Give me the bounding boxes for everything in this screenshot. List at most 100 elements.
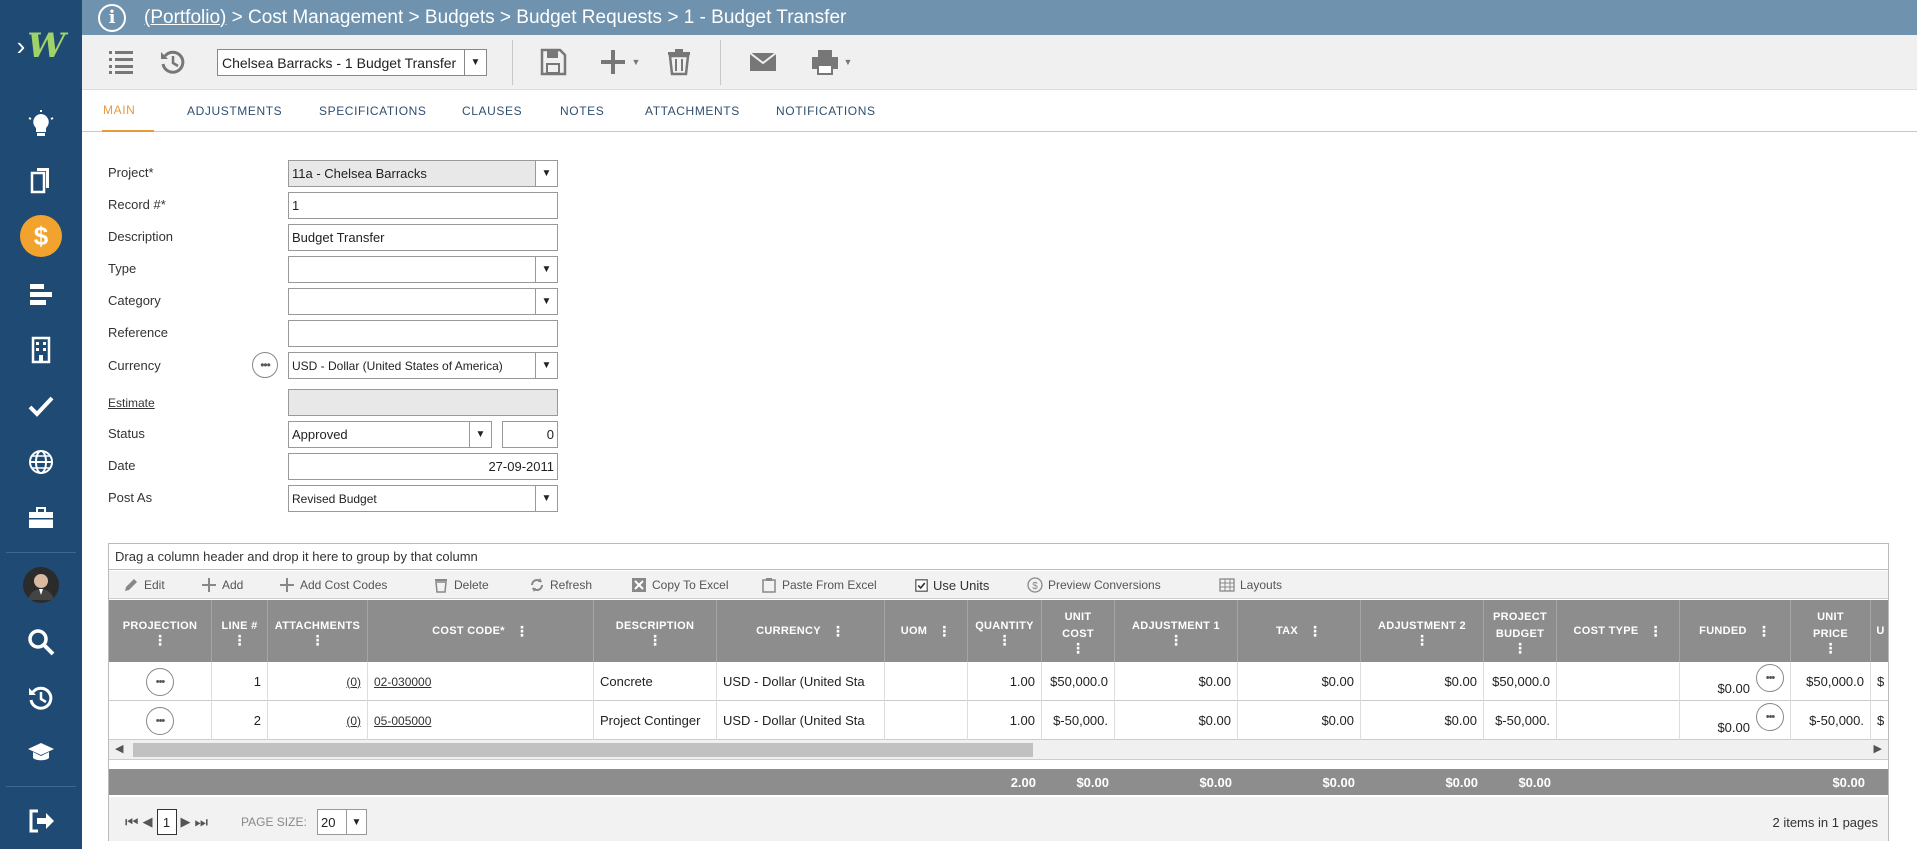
projection-options-icon[interactable]: ••• — [146, 706, 174, 735]
chevron-down-icon[interactable]: ▼ — [469, 422, 491, 447]
currency-options-icon[interactable]: ••• — [252, 352, 278, 378]
column-menu-icon[interactable]: ⋮ — [1308, 624, 1322, 638]
column-header-adjustment-2[interactable]: ADJUSTMENT 2 ⋮ — [1361, 600, 1484, 662]
tab-main[interactable]: MAIN — [102, 90, 154, 132]
email-icon[interactable] — [746, 45, 780, 79]
globe-icon[interactable] — [0, 440, 82, 484]
column-menu-icon[interactable]: ⋮ — [937, 624, 951, 638]
chevron-down-icon[interactable]: ▼ — [535, 353, 557, 378]
info-icon[interactable]: i — [98, 3, 126, 32]
save-icon[interactable] — [536, 45, 570, 79]
lightbulb-icon[interactable] — [0, 103, 82, 147]
date-field[interactable]: 27-09-2011 — [288, 453, 558, 480]
page-size-select[interactable]: 20 ▼ — [317, 809, 367, 835]
layouts-button[interactable]: Layouts — [1219, 575, 1282, 595]
column-header-adjustment-1[interactable]: ADJUSTMENT 1 ⋮ — [1115, 600, 1238, 662]
use-units-checkbox[interactable]: Use Units — [915, 575, 989, 595]
paste-from-excel-button[interactable]: Paste From Excel — [761, 575, 877, 595]
preview-conversions-button[interactable]: $ Preview Conversions — [1027, 575, 1161, 595]
previous-page-icon[interactable]: ◀ — [143, 814, 153, 830]
tab-attachments[interactable]: ATTACHMENTS — [645, 90, 740, 132]
scroll-right-icon[interactable]: ▶ — [1874, 742, 1882, 755]
scrollbar-thumb[interactable] — [133, 743, 1033, 757]
reference-field[interactable] — [288, 320, 558, 347]
logout-icon[interactable] — [0, 799, 82, 843]
project-select[interactable]: 11a - Chelsea Barracks ▼ — [288, 160, 558, 187]
column-header-project-budget[interactable]: PROJECT BUDGET ⋮ — [1484, 600, 1557, 662]
post-as-select[interactable]: Revised Budget ▼ — [288, 485, 558, 512]
column-header-quantity[interactable]: QUANTITY ⋮ — [968, 600, 1042, 662]
briefcase-icon[interactable] — [0, 496, 82, 540]
record-number-field[interactable]: 1 — [288, 192, 558, 219]
group-by-drop-zone[interactable]: Drag a column header and drop it here to… — [109, 544, 1888, 570]
checkmark-icon[interactable] — [0, 384, 82, 428]
print-icon[interactable]: ▼ — [804, 45, 858, 79]
chevron-down-icon[interactable]: ▼ — [464, 50, 486, 75]
documents-icon[interactable] — [0, 158, 82, 202]
horizontal-scrollbar[interactable]: ◀ ▶ — [109, 740, 1888, 760]
add-icon[interactable]: ▼ — [594, 45, 644, 79]
current-page[interactable]: 1 — [156, 809, 177, 835]
chevron-down-icon[interactable]: ▼ — [535, 161, 557, 186]
user-avatar[interactable] — [0, 563, 82, 607]
attachments-link[interactable]: (0) — [268, 662, 368, 701]
graduation-cap-icon[interactable] — [0, 730, 82, 774]
column-header-funded[interactable]: FUNDED ⋮ — [1680, 600, 1791, 662]
add-cost-codes-button[interactable]: Add Cost Codes — [279, 575, 387, 595]
next-page-icon[interactable]: ▶ — [181, 814, 191, 830]
column-menu-icon[interactable]: ⋮ — [998, 633, 1012, 647]
chevron-down-icon[interactable]: ▼ — [535, 257, 557, 282]
breadcrumb-portfolio-link[interactable]: (Portfolio) — [144, 7, 226, 28]
building-icon[interactable] — [0, 328, 82, 372]
chevron-down-icon[interactable]: ▼ — [346, 810, 366, 834]
column-menu-icon[interactable]: ⋮ — [1824, 641, 1838, 655]
column-header-attachments[interactable]: ATTACHMENTS ⋮ — [268, 600, 368, 662]
app-logo[interactable]: › W — [0, 0, 82, 92]
delete-button[interactable]: Delete — [433, 575, 489, 595]
tab-adjustments[interactable]: ADJUSTMENTS — [187, 90, 282, 132]
column-menu-icon[interactable]: ⋮ — [515, 624, 529, 638]
type-select[interactable]: ▼ — [288, 256, 558, 283]
column-header-cost-code[interactable]: COST CODE* ⋮ — [368, 600, 594, 662]
scroll-left-icon[interactable]: ◀ — [115, 742, 123, 755]
tab-notes[interactable]: NOTES — [560, 90, 604, 132]
table-row[interactable]: ••• 2 (0) 05-005000 Project Continger US… — [109, 701, 1888, 740]
tab-specifications[interactable]: SPECIFICATIONS — [319, 90, 427, 132]
column-header-uom[interactable]: UOM ⋮ — [885, 600, 968, 662]
expand-chevron-icon[interactable]: › — [17, 31, 26, 62]
column-menu-icon[interactable]: ⋮ — [1649, 624, 1663, 638]
gantt-icon[interactable] — [0, 273, 82, 317]
status-select[interactable]: Approved ▼ — [288, 421, 492, 448]
description-field[interactable]: Budget Transfer — [288, 224, 558, 251]
history-icon[interactable] — [0, 676, 82, 720]
column-menu-icon[interactable]: ⋮ — [233, 633, 247, 647]
print-dropdown-chevron-icon[interactable]: ▼ — [844, 57, 853, 67]
column-header-line[interactable]: LINE # ⋮ — [212, 600, 268, 662]
status-number-field[interactable]: 0 — [502, 421, 558, 448]
column-menu-icon[interactable]: ⋮ — [1513, 641, 1527, 655]
delete-icon[interactable] — [662, 45, 696, 79]
column-menu-icon[interactable]: ⋮ — [648, 633, 662, 647]
add-button[interactable]: Add — [201, 575, 243, 595]
cost-code-link[interactable]: 02-030000 — [368, 662, 594, 701]
column-menu-icon[interactable]: ⋮ — [831, 624, 845, 638]
column-header-cost-type[interactable]: COST TYPE ⋮ — [1557, 600, 1680, 662]
copy-to-excel-button[interactable]: Copy To Excel — [631, 575, 728, 595]
projection-options-icon[interactable]: ••• — [146, 667, 174, 696]
column-menu-icon[interactable]: ⋮ — [311, 633, 325, 647]
first-page-icon[interactable]: ⏮ — [125, 814, 139, 831]
column-header-overflow[interactable]: U — [1871, 600, 1890, 662]
checkbox-checked-icon[interactable] — [915, 578, 928, 592]
search-icon[interactable] — [0, 620, 82, 664]
currency-select[interactable]: USD - Dollar (United States of America) … — [288, 352, 558, 379]
cost-management-icon[interactable]: $ — [0, 214, 82, 258]
history-icon[interactable] — [156, 45, 190, 79]
column-header-projection[interactable]: PROJECTION ⋮ — [109, 600, 212, 662]
tab-clauses[interactable]: CLAUSES — [462, 90, 522, 132]
column-menu-icon[interactable]: ⋮ — [1169, 633, 1183, 647]
record-select[interactable]: Chelsea Barracks - 1 Budget Transfer ▼ — [217, 49, 487, 76]
list-icon[interactable] — [104, 45, 138, 79]
chevron-down-icon[interactable]: ▼ — [535, 289, 557, 314]
refresh-button[interactable]: Refresh — [529, 575, 592, 595]
column-header-unit-cost[interactable]: UNIT COST ⋮ — [1042, 600, 1115, 662]
